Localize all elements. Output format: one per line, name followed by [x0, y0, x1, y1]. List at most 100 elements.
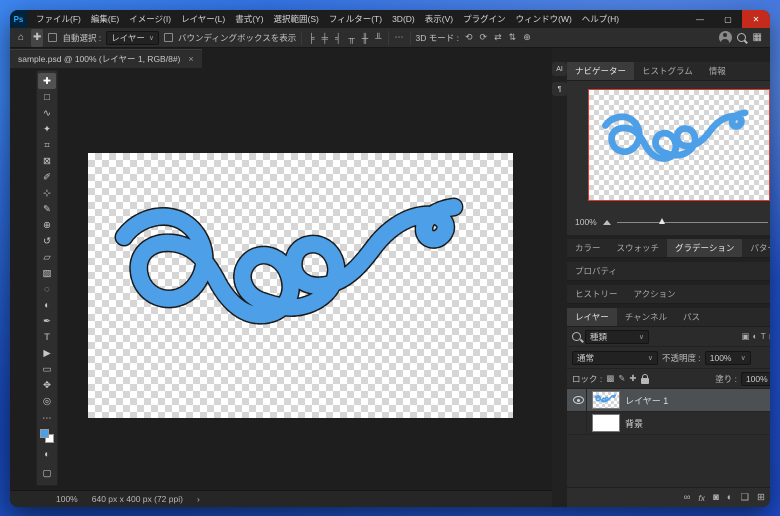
- move-tool[interactable]: ✚: [38, 73, 56, 89]
- workspace-switcher-icon[interactable]: ▦: [751, 29, 764, 47]
- navigator-zoom-value[interactable]: 100%: [575, 217, 597, 227]
- tab-actions[interactable]: アクション: [626, 285, 684, 303]
- marquee-tool[interactable]: □: [38, 89, 56, 105]
- menu-plugins[interactable]: プラグイン: [458, 10, 511, 28]
- layer-row-background[interactable]: 背景: [567, 412, 770, 435]
- clone-stamp-tool[interactable]: ⊕: [38, 217, 56, 233]
- edit-toolbar-icon[interactable]: ⋯: [38, 410, 56, 426]
- tab-gradients[interactable]: グラデーション: [667, 239, 743, 257]
- align-center-h-icon[interactable]: ╪: [321, 33, 329, 43]
- filter-shape-icon[interactable]: ▢: [769, 331, 770, 342]
- minimize-button[interactable]: —: [686, 10, 714, 28]
- close-button[interactable]: ✕: [742, 10, 770, 28]
- brush-tool[interactable]: ✎: [38, 201, 56, 217]
- tab-info[interactable]: 情報: [701, 62, 734, 80]
- lasso-tool[interactable]: ∿: [38, 105, 56, 121]
- layer-style-icon[interactable]: fx: [698, 493, 705, 503]
- zoom-slider-thumb[interactable]: [659, 218, 666, 224]
- layer-filter-kind-dropdown[interactable]: 種類 ∨: [585, 329, 649, 344]
- filter-pixel-icon[interactable]: ▣: [741, 331, 749, 342]
- blend-mode-dropdown[interactable]: 通常 ∨: [572, 350, 658, 365]
- quick-selection-tool[interactable]: ✦: [38, 121, 56, 137]
- fill-dropdown[interactable]: 100% ∨: [740, 371, 770, 386]
- auto-select-checkbox[interactable]: [48, 33, 58, 42]
- visibility-eye-icon[interactable]: [573, 396, 584, 404]
- gradient-tool[interactable]: ▨: [38, 265, 56, 281]
- menu-3d[interactable]: 3D(D): [387, 10, 420, 28]
- align-center-v-icon[interactable]: ╫: [361, 33, 369, 43]
- active-tool-icon[interactable]: ✚: [31, 28, 44, 47]
- tab-layers[interactable]: レイヤー: [567, 308, 617, 326]
- zoom-level[interactable]: 100%: [56, 494, 78, 504]
- document-tab[interactable]: sample.psd @ 100% (レイヤー 1, RGB/8#) ×: [10, 49, 202, 68]
- zoom-out-icon[interactable]: [602, 219, 611, 225]
- menu-window[interactable]: ウィンドウ(W): [511, 10, 577, 28]
- menu-help[interactable]: ヘルプ(H): [577, 10, 624, 28]
- type-tool[interactable]: T: [38, 329, 56, 345]
- layer-group-icon[interactable]: ❏: [741, 492, 750, 503]
- maximize-button[interactable]: ▢: [714, 10, 742, 28]
- more-options-icon[interactable]: ⋯: [394, 32, 405, 43]
- filter-type-icon[interactable]: T: [761, 331, 766, 342]
- layer-row-layer1[interactable]: レイヤー 1: [567, 389, 770, 412]
- eyedropper-tool[interactable]: ✐: [38, 169, 56, 185]
- foreground-color-swatch[interactable]: [40, 429, 49, 438]
- show-bounding-box-checkbox[interactable]: [164, 33, 174, 42]
- 3d-rotate-icon[interactable]: ⟲: [464, 32, 474, 43]
- ai-panel-icon[interactable]: AI: [552, 62, 567, 76]
- tab-color[interactable]: カラー: [567, 239, 609, 257]
- screen-mode-icon[interactable]: ▢: [38, 465, 56, 481]
- lock-all-icon[interactable]: [640, 373, 649, 384]
- home-icon[interactable]: ⌂: [16, 29, 26, 47]
- menu-layer[interactable]: レイヤー(L): [176, 10, 230, 28]
- 3d-drag-icon[interactable]: ⇄: [493, 32, 503, 43]
- search-icon[interactable]: [736, 33, 746, 42]
- align-right-icon[interactable]: ╡: [334, 33, 342, 43]
- menu-type[interactable]: 書式(Y): [230, 10, 268, 28]
- tab-navigator[interactable]: ナビゲーター: [567, 62, 635, 80]
- align-left-icon[interactable]: ╞: [307, 33, 315, 43]
- align-bottom-icon[interactable]: ╨: [374, 33, 382, 43]
- 3d-slide-icon[interactable]: ⇅: [508, 32, 518, 43]
- foreground-background-colors[interactable]: [40, 429, 54, 443]
- menu-view[interactable]: 表示(V): [420, 10, 458, 28]
- lock-transparent-icon[interactable]: ▩: [606, 373, 614, 384]
- pen-tool[interactable]: ✒: [38, 313, 56, 329]
- tab-history[interactable]: ヒストリー: [567, 285, 626, 303]
- new-layer-icon[interactable]: ⊞: [757, 492, 765, 503]
- link-layers-icon[interactable]: ∞: [684, 492, 691, 503]
- menu-image[interactable]: イメージ(I): [124, 10, 176, 28]
- layer-name[interactable]: 背景: [625, 417, 643, 430]
- background-thumbnail[interactable]: [592, 414, 620, 432]
- filter-adjustment-icon[interactable]: ◐: [752, 331, 757, 342]
- tab-patterns[interactable]: パターン: [742, 239, 770, 257]
- tab-paths[interactable]: パス: [675, 308, 708, 326]
- history-brush-tool[interactable]: ↺: [38, 233, 56, 249]
- lock-pixels-icon[interactable]: ✎: [618, 373, 625, 384]
- visibility-cell[interactable]: [571, 412, 587, 434]
- adjustment-layer-icon[interactable]: ◐: [727, 492, 733, 503]
- 3d-roll-icon[interactable]: ⟳: [479, 32, 489, 43]
- shape-tool[interactable]: ▭: [38, 361, 56, 377]
- eraser-tool[interactable]: ▱: [38, 249, 56, 265]
- menu-select[interactable]: 選択範囲(S): [269, 10, 324, 28]
- path-selection-tool[interactable]: ▶: [38, 345, 56, 361]
- tab-close-icon[interactable]: ×: [188, 54, 193, 64]
- tab-swatches[interactable]: スウォッチ: [609, 239, 668, 257]
- navigator-zoom-slider[interactable]: [616, 217, 769, 227]
- auto-select-target-dropdown[interactable]: レイヤー ∨: [106, 30, 160, 45]
- layer-name[interactable]: レイヤー 1: [625, 394, 668, 407]
- tab-properties[interactable]: プロパティ: [567, 262, 625, 280]
- lock-position-icon[interactable]: ✚: [629, 373, 636, 384]
- visibility-cell[interactable]: [571, 389, 587, 411]
- status-chevron-icon[interactable]: ›: [197, 494, 200, 504]
- healing-brush-tool[interactable]: ⊹: [38, 185, 56, 201]
- menu-edit[interactable]: 編集(E): [86, 10, 124, 28]
- menu-filter[interactable]: フィルター(T): [324, 10, 387, 28]
- 3d-scale-icon[interactable]: ⊕: [522, 32, 532, 43]
- paragraph-panel-icon[interactable]: ¶: [552, 82, 567, 96]
- tab-channels[interactable]: チャンネル: [617, 308, 675, 326]
- canvas[interactable]: [88, 153, 513, 418]
- account-avatar[interactable]: [718, 31, 732, 44]
- layer-mask-icon[interactable]: ◙: [713, 492, 719, 503]
